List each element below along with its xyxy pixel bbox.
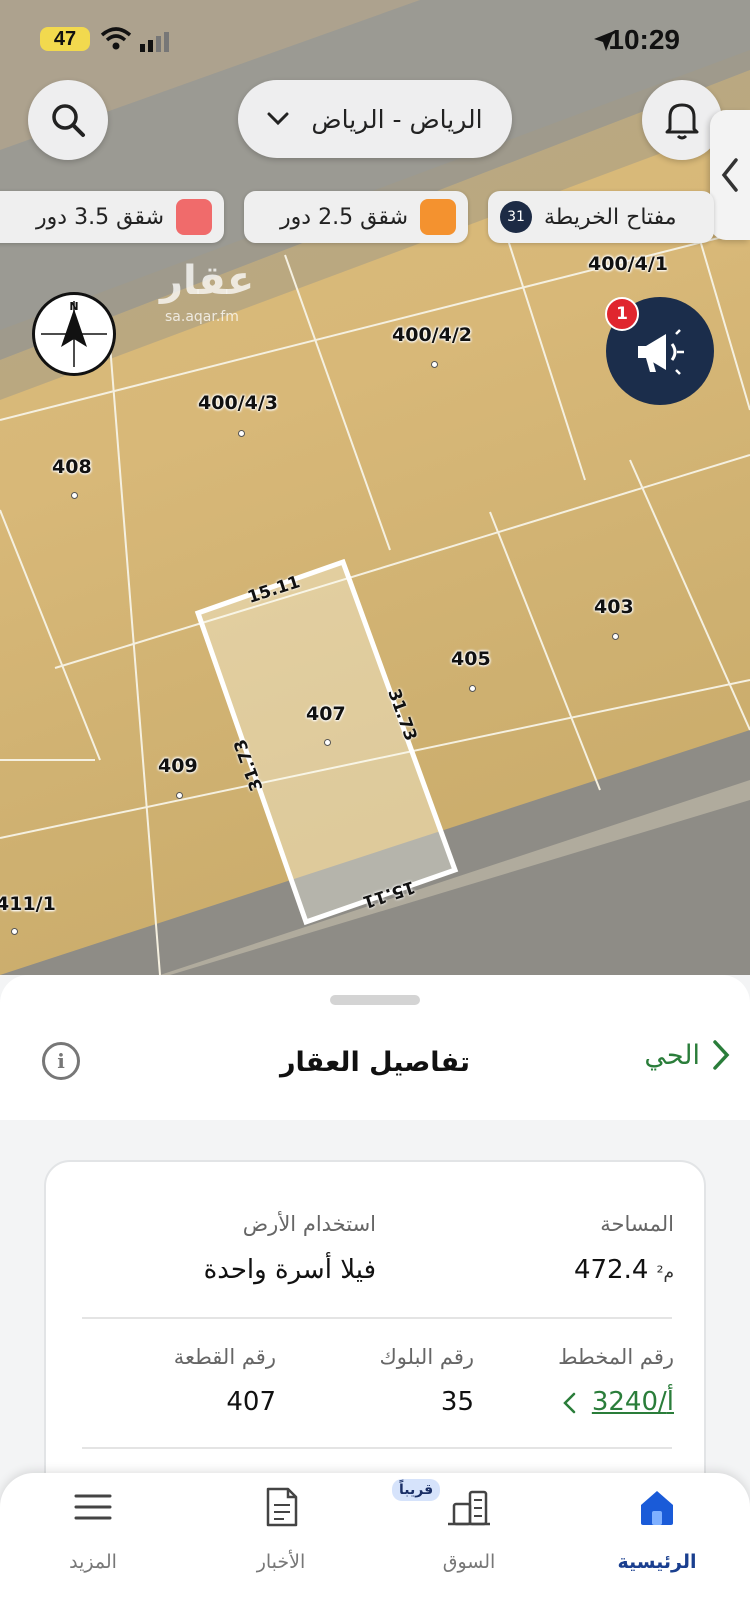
sheet-title: تفاصيل العقار	[279, 1047, 471, 1078]
plot-label[interactable]: 409	[158, 755, 198, 777]
search-icon	[52, 104, 85, 137]
home-icon	[641, 1491, 673, 1525]
side-panel-toggle[interactable]	[710, 110, 750, 240]
area-number: 472.4	[573, 1255, 649, 1285]
compass-button[interactable]: N	[32, 292, 116, 376]
aqar-watermark: عقار	[160, 258, 255, 304]
plot-marker	[612, 633, 619, 640]
block-number-label: رقم البلوك	[379, 1345, 474, 1369]
plot-label[interactable]: 407	[306, 703, 346, 725]
land-use-value: فيلا أسرة واحدة	[203, 1255, 376, 1285]
city-selector-label: الرياض - الرياض	[311, 104, 483, 134]
district-link[interactable]: الحي	[644, 1039, 730, 1071]
plot-label[interactable]: 400/4/3	[198, 392, 278, 414]
tab-market-label: السوق	[442, 1551, 496, 1573]
battery-indicator: 47	[40, 27, 90, 51]
legend-chip-label: شقق 3.5 دور	[36, 204, 164, 230]
tab-home-label: الرئيسية	[617, 1551, 697, 1573]
buildings-icon	[448, 1490, 490, 1526]
plot-marker	[176, 792, 183, 799]
land-use-label: استخدام الأرض	[242, 1212, 376, 1236]
plot-marker	[431, 361, 438, 368]
megaphone-icon	[638, 329, 684, 375]
legend-chip-apartments-3-5[interactable]: شقق 3.5 دور	[0, 191, 224, 243]
drag-handle[interactable]	[330, 995, 420, 1005]
chevron-left-icon	[721, 158, 738, 192]
aqar-watermark-domain: sa.aqar.fm	[165, 309, 239, 325]
plot-marker	[238, 430, 245, 437]
plot-label[interactable]: 405	[451, 648, 491, 670]
sheet-header: i تفاصيل العقار الحي	[0, 975, 750, 1120]
divider	[82, 1447, 672, 1449]
divider	[82, 1317, 672, 1319]
district-link-label: الحي	[644, 1039, 700, 1071]
tab-news[interactable]: الأخبار	[196, 1473, 366, 1593]
chevron-left-small-icon	[562, 1392, 575, 1413]
plan-number-link[interactable]: 3240/أ	[562, 1387, 674, 1417]
legend-swatch	[176, 199, 212, 235]
announcement-count-badge: 1	[605, 297, 639, 331]
map-view[interactable]: 30m عقار sa.aqar.fm 400/4/1 400/4/2 400/…	[0, 0, 750, 975]
plot-marker	[469, 685, 476, 692]
plot-number-label: رقم القطعة	[173, 1345, 276, 1369]
news-icon	[266, 1487, 298, 1527]
cellular-signal-icon	[140, 32, 169, 52]
legend-swatch	[420, 199, 456, 235]
plot-number-value: 407	[226, 1387, 276, 1417]
bottom-tab-bar: الرئيسية قريباً السوق الأخبار المزيد	[0, 1473, 750, 1623]
plan-number-label: رقم المخطط	[558, 1345, 674, 1369]
plan-number-value: 3240/أ	[591, 1387, 674, 1417]
plot-label[interactable]: 400/4/2	[392, 324, 472, 346]
map-key-badge: 31	[500, 201, 532, 233]
plot-marker	[71, 492, 78, 499]
area-label: المساحة	[600, 1212, 674, 1236]
bell-icon	[665, 103, 699, 140]
chevron-down-icon	[267, 112, 289, 126]
legend-chip-apartments-2-5[interactable]: شقق 2.5 دور	[244, 191, 468, 243]
area-value: م² 472.4	[574, 1255, 674, 1285]
plot-label[interactable]: 411/1	[0, 893, 56, 915]
city-selector[interactable]: الرياض - الرياض	[238, 80, 512, 158]
compass-icon: N	[41, 300, 107, 367]
plot-marker	[324, 739, 331, 746]
plot-label[interactable]: 400/4/1	[588, 253, 668, 275]
tab-more[interactable]: المزيد	[8, 1473, 178, 1593]
plot-label[interactable]: 408	[52, 456, 92, 478]
tab-home[interactable]: الرئيسية	[572, 1473, 742, 1593]
tab-more-label: المزيد	[69, 1551, 117, 1573]
block-number-value: 35	[440, 1387, 474, 1417]
legend-chip-label: شقق 2.5 دور	[280, 204, 408, 230]
coming-soon-badge: قريباً	[392, 1479, 441, 1501]
status-time: 10:29	[608, 24, 680, 55]
plot-marker	[11, 928, 18, 935]
map-key-chip[interactable]: 31 مفتاح الخريطة	[488, 191, 714, 243]
search-button[interactable]	[28, 80, 108, 160]
area-unit: م²	[656, 1263, 674, 1283]
svg-text:N: N	[69, 300, 78, 313]
menu-icon	[74, 1494, 112, 1520]
map-key-label: مفتاح الخريطة	[544, 204, 677, 230]
tab-news-label: الأخبار	[256, 1551, 306, 1573]
plot-label[interactable]: 403	[594, 596, 634, 618]
wifi-icon	[100, 27, 132, 50]
tab-market[interactable]: قريباً السوق	[384, 1473, 554, 1593]
chevron-right-icon	[713, 1040, 730, 1070]
